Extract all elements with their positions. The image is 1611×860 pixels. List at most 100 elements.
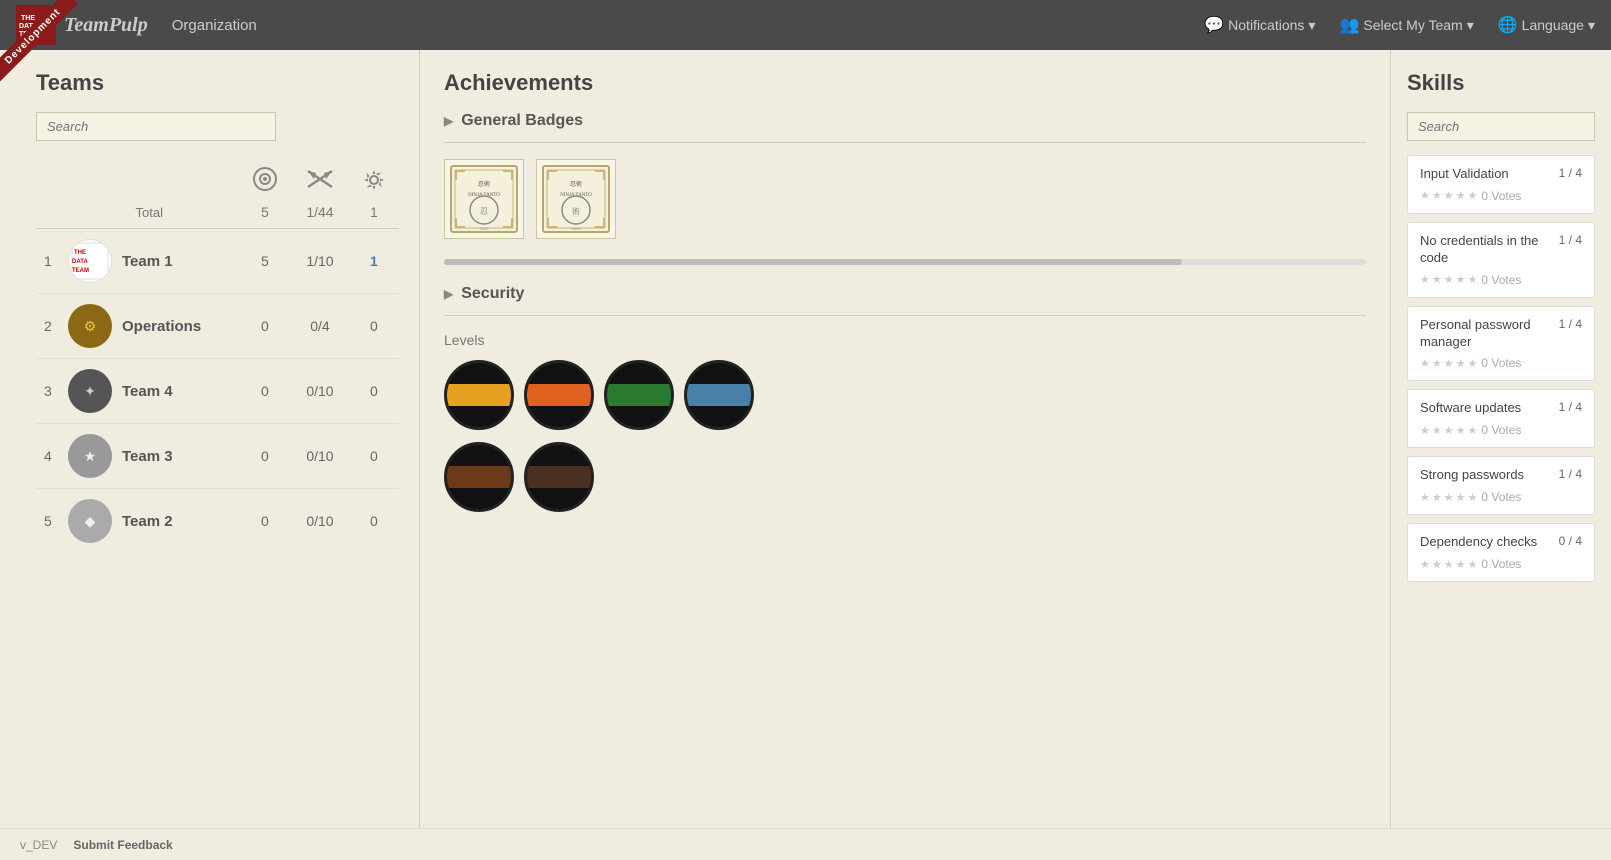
votes-label: 0 Votes — [1481, 273, 1521, 287]
team-score-3: 0 — [349, 294, 399, 359]
levels-section: Levels — [444, 332, 1366, 512]
skill-card[interactable]: Dependency checks 0 / 4 ★★★★★ 0 Votes — [1407, 523, 1595, 582]
logo-svg: THE DATA TEAM — [17, 6, 55, 44]
submit-feedback-link[interactable]: Submit Feedback — [73, 838, 172, 852]
ninja-badge-1-svg: 忍術 NINJA TANTO 忍 2023 — [449, 164, 519, 234]
teams-search-input[interactable] — [36, 112, 276, 141]
votes-label: 0 Votes — [1481, 557, 1521, 571]
svg-text:◆: ◆ — [85, 515, 96, 530]
star-icon: ★ — [1420, 424, 1430, 437]
version-label: v_DEV — [20, 838, 57, 852]
gear-icon — [361, 167, 387, 193]
select-team-chevron: ▾ — [1467, 17, 1474, 34]
stars: ★★★★★ — [1420, 273, 1477, 286]
select-team-nav[interactable]: 👥 Select My Team ▾ — [1339, 15, 1473, 35]
team-score-3: 0 — [349, 359, 399, 424]
rank-cell: 3 — [36, 359, 60, 424]
votes-label: 0 Votes — [1481, 423, 1521, 437]
team-score-2: 0/10 — [291, 359, 348, 424]
skill-votes: ★★★★★ 0 Votes — [1420, 423, 1582, 437]
main-content: Teams — [0, 50, 1611, 828]
scroll-indicator — [444, 259, 1366, 265]
select-team-label: Select My Team — [1363, 17, 1462, 33]
skill-votes: ★★★★★ 0 Votes — [1420, 356, 1582, 370]
teams-panel: Teams — [0, 50, 420, 828]
team-score-3: 0 — [349, 489, 399, 554]
skill-header: Personal password manager 1 / 4 — [1420, 317, 1582, 351]
table-row[interactable]: 5 ◆ Team 2 0 0/10 0 — [36, 489, 399, 554]
team-name: Team 3 — [122, 448, 173, 465]
total-col1: 5 — [239, 200, 292, 224]
votes-label: 0 Votes — [1481, 490, 1521, 504]
star-icon: ★ — [1432, 357, 1442, 370]
team-score-1: 0 — [239, 424, 292, 489]
levels-label: Levels — [444, 332, 1366, 348]
brown-belt-2 — [524, 442, 594, 512]
levels-grid — [444, 360, 1366, 430]
table-row[interactable]: 4 ★ Team 3 0 0/10 0 — [36, 424, 399, 489]
skill-card[interactable]: No credentials in the code 1 / 4 ★★★★★ 0… — [1407, 222, 1595, 298]
skills-panel: Skills Input Validation 1 / 4 ★★★★★ 0 Vo… — [1391, 50, 1611, 828]
svg-text:DATA: DATA — [19, 23, 37, 30]
language-label: Language — [1522, 17, 1584, 33]
teams-title: Teams — [36, 70, 399, 96]
team-score-1: 0 — [239, 294, 292, 359]
star-icon: ★ — [1444, 273, 1454, 286]
skill-score: 1 / 4 — [1559, 233, 1582, 247]
star-icon: ★ — [1432, 491, 1442, 504]
team-score-1: 0 — [239, 359, 292, 424]
team-avatar: ⚙ — [68, 304, 112, 348]
skill-score: 0 / 4 — [1559, 534, 1582, 548]
skill-votes: ★★★★★ 0 Votes — [1420, 490, 1582, 504]
star-icon: ★ — [1456, 491, 1466, 504]
star-icon: ★ — [1468, 424, 1478, 437]
star-icon: ★ — [1420, 273, 1430, 286]
star-icon: ★ — [1444, 357, 1454, 370]
orange-belt — [524, 360, 594, 430]
blue-belt — [684, 360, 754, 430]
language-nav[interactable]: 🌐 Language ▾ — [1498, 15, 1595, 35]
svg-text:忍術: 忍術 — [478, 180, 490, 188]
svg-text:⚙: ⚙ — [84, 320, 97, 335]
skill-card[interactable]: Personal password manager 1 / 4 ★★★★★ 0 … — [1407, 306, 1595, 382]
skill-score: 1 / 4 — [1559, 317, 1582, 331]
stars: ★★★★★ — [1420, 558, 1477, 571]
achievements-title: Achievements — [444, 70, 1366, 96]
svg-text:DATA: DATA — [72, 259, 88, 265]
skill-name: Personal password manager — [1420, 317, 1551, 351]
team-score-2: 0/10 — [291, 489, 348, 554]
table-row[interactable]: 1 THEDATATEAM Team 1 5 1/10 1 — [36, 229, 399, 294]
star-icon: ★ — [1456, 357, 1466, 370]
teams-col2-header — [291, 161, 348, 200]
skill-card[interactable]: Software updates 1 / 4 ★★★★★ 0 Votes — [1407, 389, 1595, 448]
svg-text:2023: 2023 — [572, 226, 582, 231]
scroll-thumb[interactable] — [444, 259, 1182, 265]
svg-text:THE: THE — [21, 15, 35, 22]
team-score-2: 0/4 — [291, 294, 348, 359]
navbar-right: 💬 Notifications ▾ 👥 Select My Team ▾ 🌐 L… — [1204, 15, 1595, 35]
skill-votes: ★★★★★ 0 Votes — [1420, 557, 1582, 571]
notifications-icon: 💬 — [1204, 15, 1224, 35]
team-name: Team 2 — [122, 513, 173, 530]
star-icon: ★ — [1432, 424, 1442, 437]
general-badges-header[interactable]: ▶ General Badges — [444, 112, 1366, 130]
table-row[interactable]: 3 ✦ Team 4 0 0/10 0 — [36, 359, 399, 424]
skills-search-input[interactable] — [1407, 112, 1595, 141]
skill-name: Strong passwords — [1420, 467, 1524, 484]
team-avatar: ◆ — [68, 499, 112, 543]
ninja-badge-2-svg: 忍術 NINJA TANTO 術 2023 — [541, 164, 611, 234]
yellow-belt — [444, 360, 514, 430]
team-avatar: ✦ — [68, 369, 112, 413]
total-col2: 1/44 — [291, 200, 348, 224]
notifications-nav[interactable]: 💬 Notifications ▾ — [1204, 15, 1315, 35]
rank-cell: 2 — [36, 294, 60, 359]
navbar-brand[interactable]: THE DATA TEAM TeamPulp — [16, 5, 148, 45]
team-info-cell: ✦ Team 4 — [60, 359, 239, 424]
skill-card[interactable]: Input Validation 1 / 4 ★★★★★ 0 Votes — [1407, 155, 1595, 214]
skill-card[interactable]: Strong passwords 1 / 4 ★★★★★ 0 Votes — [1407, 456, 1595, 515]
table-row[interactable]: 2 ⚙ Operations 0 0/4 0 — [36, 294, 399, 359]
flags-icon — [304, 165, 336, 193]
stars: ★★★★★ — [1420, 189, 1477, 202]
skill-header: Strong passwords 1 / 4 — [1420, 467, 1582, 484]
security-header[interactable]: ▶ Security — [444, 285, 1366, 303]
